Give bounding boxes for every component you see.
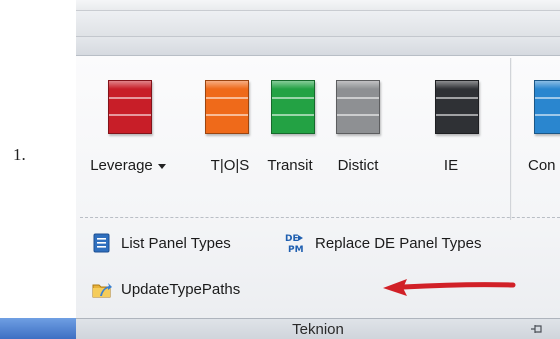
ribbon-title-bar bbox=[76, 11, 560, 37]
transit-panel-icon bbox=[271, 80, 315, 134]
panel-divider bbox=[80, 217, 560, 218]
tos-panel-icon bbox=[205, 80, 249, 134]
taskbar-strip bbox=[0, 318, 76, 339]
folder-update-icon bbox=[92, 283, 112, 298]
tos-button[interactable]: T|O|S bbox=[202, 80, 258, 190]
list-panel-types-label: List Panel Types bbox=[121, 234, 231, 252]
replace-de-pm-icon: DE PM bbox=[285, 234, 304, 254]
panel-footer: Teknion bbox=[76, 318, 560, 339]
svg-text:PM: PM bbox=[288, 245, 304, 254]
con-button[interactable]: Con bbox=[522, 80, 560, 190]
pin-icon[interactable] bbox=[530, 322, 544, 336]
replace-de-panel-types-button[interactable]: DE PM Replace DE Panel Types bbox=[284, 231, 482, 255]
distict-panel-icon bbox=[336, 80, 380, 134]
leverage-button[interactable]: Leverage bbox=[86, 80, 170, 190]
ie-button[interactable]: IE bbox=[426, 80, 479, 190]
svg-text:DE: DE bbox=[285, 234, 299, 244]
ribbon-window: Leverage T|O|S Transit Distict IE Con Li… bbox=[76, 0, 560, 339]
list-panel-types-button[interactable]: List Panel Types bbox=[92, 231, 231, 255]
step-number: 1. bbox=[13, 145, 26, 164]
distict-label: Distict bbox=[337, 157, 379, 174]
group-separator bbox=[510, 58, 512, 220]
update-type-paths-button[interactable]: UpdateTypePaths bbox=[92, 277, 240, 301]
ribbon-tab-strip bbox=[76, 37, 560, 56]
ie-panel-icon bbox=[435, 80, 479, 134]
transit-label: Transit bbox=[267, 157, 313, 174]
annotation-arrow bbox=[383, 279, 516, 296]
replace-de-panel-types-label: Replace DE Panel Types bbox=[315, 234, 482, 252]
dropdown-arrow-icon[interactable] bbox=[157, 163, 166, 169]
panel-title: Teknion bbox=[292, 321, 344, 338]
con-panel-icon bbox=[534, 80, 560, 134]
transit-button[interactable]: Transit bbox=[260, 80, 320, 190]
tos-label: T|O|S bbox=[210, 157, 250, 174]
distict-button[interactable]: Distict bbox=[328, 80, 388, 190]
window-top-band bbox=[76, 0, 560, 11]
leverage-panel-icon bbox=[108, 80, 152, 134]
con-label: Con bbox=[528, 157, 556, 174]
leverage-label: Leverage bbox=[90, 157, 153, 174]
ie-label: IE bbox=[443, 157, 459, 174]
list-icon bbox=[93, 233, 110, 253]
update-type-paths-label: UpdateTypePaths bbox=[121, 280, 241, 298]
